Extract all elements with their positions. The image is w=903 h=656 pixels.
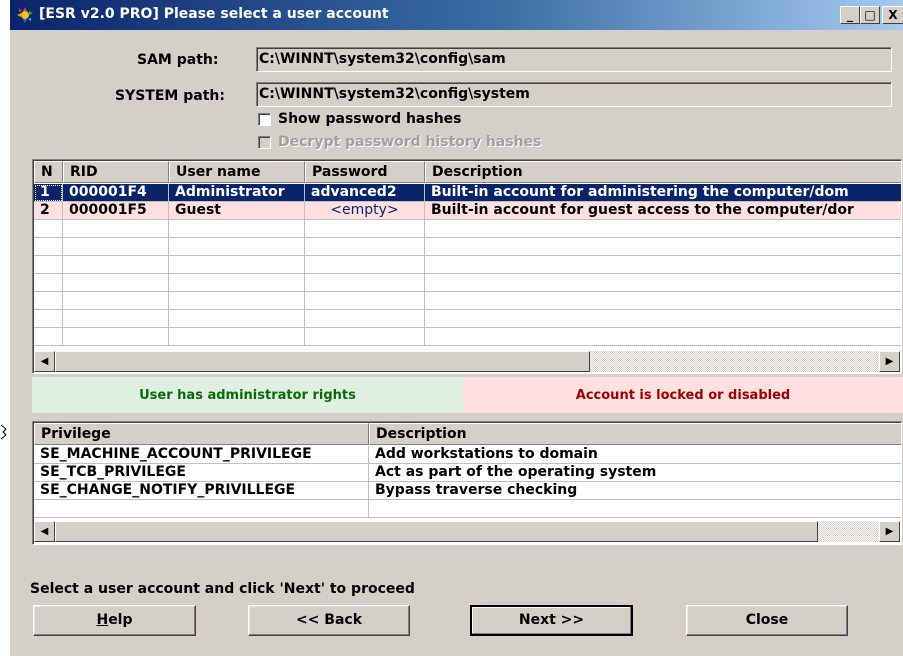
cell-n: 2 bbox=[34, 202, 63, 220]
cell-privilege: SE_CHANGE_NOTIFY_PRIVILLEGE bbox=[34, 482, 369, 500]
scroll-right-icon[interactable]: ▶ bbox=[879, 351, 900, 372]
scroll-left-icon[interactable]: ◀ bbox=[34, 521, 55, 542]
empty-row bbox=[34, 500, 901, 518]
minimize-button[interactable]: _ bbox=[840, 6, 860, 24]
accounts-hscrollbar[interactable]: ◀ ▶ bbox=[34, 351, 900, 372]
system-path-field[interactable]: C:\WINNT\system32\config\system bbox=[256, 82, 892, 107]
admin-legend: User has administrator rights bbox=[32, 377, 463, 413]
table-row[interactable]: SE_CHANGE_NOTIFY_PRIVILLEGE Bypass trave… bbox=[34, 482, 901, 500]
show-hashes-label: Show password hashes bbox=[278, 111, 462, 127]
empty-row bbox=[34, 274, 901, 292]
cell-description: Built-in account for guest access to the… bbox=[425, 202, 901, 220]
cell-password: advanced2 bbox=[305, 184, 425, 202]
show-hashes-checkbox[interactable] bbox=[258, 112, 271, 126]
empty-row bbox=[34, 256, 901, 274]
sam-path-label: SAM path: bbox=[137, 52, 219, 68]
help-label: elp bbox=[108, 612, 133, 628]
cell-rid: 000001F4 bbox=[63, 184, 169, 202]
locked-legend: Account is locked or disabled bbox=[463, 377, 903, 413]
column-header-rid[interactable]: RID bbox=[63, 161, 169, 183]
maximize-button[interactable]: □ bbox=[860, 6, 880, 24]
privileges-header: Privilege Description bbox=[34, 423, 901, 445]
cell-privilege: SE_TCB_PRIVILEGE bbox=[34, 464, 369, 482]
column-header-privilege[interactable]: Privilege bbox=[34, 423, 369, 445]
cell-user-name: Administrator bbox=[169, 184, 305, 202]
cell-rid: 000001F5 bbox=[63, 202, 169, 220]
cell-password: <empty> bbox=[305, 202, 425, 220]
close-button[interactable]: Close bbox=[686, 605, 848, 636]
scroll-thumb[interactable] bbox=[55, 521, 818, 542]
esr-dialog-window: [ESR v2.0 PRO] Please select a user acco… bbox=[10, 0, 903, 656]
decrypt-history-option: Decrypt password history hashes bbox=[258, 134, 541, 150]
cell-user-name: Guest bbox=[169, 202, 305, 220]
table-row[interactable]: SE_TCB_PRIVILEGE Act as part of the oper… bbox=[34, 464, 901, 482]
cell-n: 1 bbox=[34, 184, 63, 202]
help-button[interactable]: Help bbox=[33, 605, 196, 636]
cell-description: Built-in account for administering the c… bbox=[425, 184, 901, 202]
show-hashes-option[interactable]: Show password hashes bbox=[258, 111, 462, 127]
column-header-description[interactable]: Description bbox=[425, 161, 901, 183]
cell-priv-description: Act as part of the operating system bbox=[369, 464, 901, 482]
empty-row bbox=[34, 310, 901, 328]
cell-priv-description: Bypass traverse checking bbox=[369, 482, 901, 500]
privileges-list[interactable]: Privilege Description SE_MACHINE_ACCOUNT… bbox=[32, 421, 902, 545]
title-bar[interactable]: [ESR v2.0 PRO] Please select a user acco… bbox=[10, 0, 903, 30]
sam-path-field[interactable]: C:\WINNT\system32\config\sam bbox=[256, 47, 892, 72]
empty-row bbox=[34, 328, 901, 346]
empty-row bbox=[34, 220, 901, 238]
help-accel: H bbox=[96, 612, 109, 628]
column-header-password[interactable]: Password bbox=[305, 161, 425, 183]
cell-privilege: SE_MACHINE_ACCOUNT_PRIVILEGE bbox=[34, 446, 369, 464]
scroll-left-icon[interactable]: ◀ bbox=[34, 351, 55, 372]
system-path-label: SYSTEM path: bbox=[115, 88, 225, 104]
window-title: [ESR v2.0 PRO] Please select a user acco… bbox=[39, 6, 389, 22]
resize-cursor-icon bbox=[0, 424, 7, 440]
status-text: Select a user account and click 'Next' t… bbox=[30, 581, 415, 597]
accounts-list[interactable]: N RID User name Password Description 1 0… bbox=[32, 159, 902, 374]
cell-priv-description: Add workstations to domain bbox=[369, 446, 901, 464]
column-header-priv-description[interactable]: Description bbox=[369, 423, 901, 445]
empty-row bbox=[34, 292, 901, 310]
scroll-right-icon[interactable]: ▶ bbox=[879, 521, 900, 542]
next-button[interactable]: Next >> bbox=[470, 605, 633, 636]
empty-row bbox=[34, 238, 901, 256]
privileges-hscrollbar[interactable]: ◀ ▶ bbox=[34, 521, 900, 542]
scroll-thumb[interactable] bbox=[55, 351, 590, 372]
decrypt-history-checkbox bbox=[258, 135, 271, 149]
accounts-header: N RID User name Password Description bbox=[34, 161, 901, 183]
app-icon bbox=[17, 7, 33, 23]
column-header-user-name[interactable]: User name bbox=[169, 161, 305, 183]
table-row[interactable]: 2 000001F5 Guest <empty> Built-in accoun… bbox=[34, 202, 901, 220]
decrypt-history-label: Decrypt password history hashes bbox=[278, 134, 542, 150]
close-window-button[interactable]: X bbox=[882, 6, 903, 24]
column-header-n[interactable]: N bbox=[34, 161, 63, 183]
back-button[interactable]: << Back bbox=[248, 605, 410, 636]
table-row[interactable]: SE_MACHINE_ACCOUNT_PRIVILEGE Add worksta… bbox=[34, 446, 901, 464]
table-row[interactable]: 1 000001F4 Administrator advanced2 Built… bbox=[34, 184, 901, 202]
